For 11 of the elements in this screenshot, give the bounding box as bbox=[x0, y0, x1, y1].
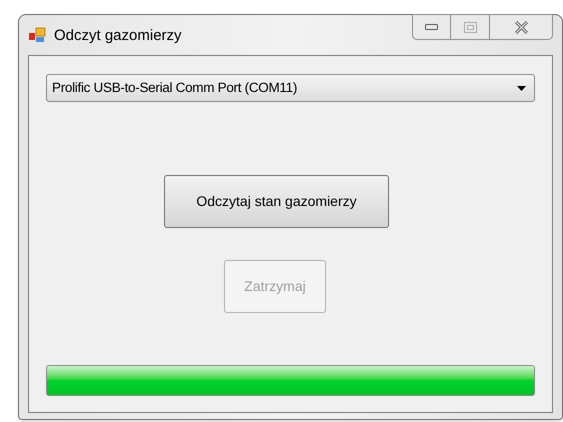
minimize-button[interactable] bbox=[412, 14, 451, 40]
maximize-button[interactable] bbox=[451, 14, 489, 40]
window-title: Odczyt gazomierzy bbox=[54, 28, 182, 43]
maximize-icon bbox=[464, 22, 476, 32]
close-icon bbox=[514, 20, 528, 34]
port-dropdown[interactable]: Prolific USB-to-Serial Comm Port (COM11) bbox=[46, 74, 535, 102]
read-button[interactable]: Odczytaj stan gazomierzy bbox=[164, 175, 389, 228]
app-icon bbox=[28, 27, 46, 43]
dropdown-caret-icon bbox=[517, 86, 526, 90]
close-button[interactable] bbox=[489, 14, 553, 40]
minimize-icon bbox=[425, 24, 438, 30]
